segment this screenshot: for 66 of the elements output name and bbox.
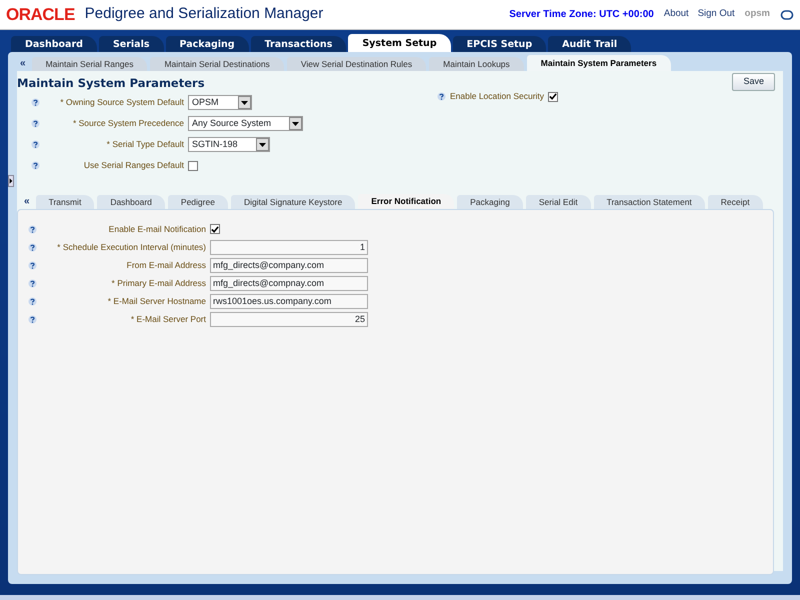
help-icon[interactable] bbox=[31, 119, 40, 128]
checkbox[interactable] bbox=[548, 92, 558, 102]
help-icon[interactable] bbox=[28, 314, 37, 324]
detail-tab[interactable]: Dashboard bbox=[97, 195, 165, 210]
main-tab[interactable]: EPCIS Setup bbox=[452, 36, 546, 52]
save-button[interactable]: Save bbox=[732, 73, 775, 90]
detail-tab[interactable]: Serial Edit bbox=[526, 195, 591, 210]
input-field[interactable]: mfg_directs@company.com bbox=[210, 258, 368, 273]
main-tab[interactable]: Transactions bbox=[250, 36, 346, 52]
help-icon[interactable] bbox=[28, 242, 37, 252]
field-label: Enable Location Security bbox=[450, 90, 544, 104]
main-tab[interactable]: Serials bbox=[98, 36, 164, 52]
page-title: Maintain System Parameters bbox=[17, 75, 205, 92]
dropdown[interactable]: SGTIN-198 bbox=[188, 137, 270, 152]
field-label: * Primary E-mail Address bbox=[110, 276, 206, 290]
field-label: * Serial Type Default bbox=[106, 138, 184, 152]
detail-tab[interactable]: Digital Signature Keystore bbox=[230, 195, 356, 210]
help-icon[interactable] bbox=[28, 296, 37, 306]
help-icon[interactable] bbox=[28, 260, 37, 270]
server-time-zone: Server Time Zone: UTC +00:00 bbox=[509, 8, 654, 22]
detail-tab[interactable]: Receipt bbox=[708, 195, 763, 210]
detail-tab[interactable]: Error Notification bbox=[358, 194, 454, 210]
sub-tab[interactable]: Maintain Lookups bbox=[429, 57, 524, 71]
help-icon[interactable] bbox=[437, 92, 446, 102]
field-label: * Owning Source System Default bbox=[59, 96, 184, 110]
main-tab[interactable]: Audit Trail bbox=[548, 36, 632, 52]
main-tab[interactable]: Packaging bbox=[166, 36, 249, 52]
sub-tab[interactable]: View Serial Destination Rules bbox=[286, 57, 426, 71]
field-label: * Source System Precedence bbox=[72, 117, 184, 130]
checkbox[interactable] bbox=[188, 160, 198, 171]
app-title: Pedigree and Serialization Manager bbox=[84, 4, 324, 24]
detail-tab[interactable]: Pedigree bbox=[168, 195, 228, 210]
field-label: * E-Mail Server Port bbox=[130, 312, 206, 326]
header-link[interactable]: About bbox=[664, 7, 689, 22]
sub-tab[interactable]: Maintain Serial Ranges bbox=[32, 57, 148, 71]
user-name: opsm bbox=[744, 7, 770, 22]
field-label: * Schedule Execution Interval (minutes) bbox=[56, 240, 206, 254]
scroll-left-button[interactable]: « bbox=[17, 56, 29, 71]
status-indicator-icon bbox=[780, 8, 794, 22]
input-field[interactable]: 25 bbox=[210, 312, 368, 327]
field-label: Enable E-mail Notification bbox=[108, 222, 206, 236]
expand-handle[interactable] bbox=[8, 175, 14, 187]
detail-tab[interactable]: Transmit bbox=[36, 195, 94, 210]
help-icon[interactable] bbox=[31, 98, 40, 108]
field-label: * E-Mail Server Hostname bbox=[106, 294, 206, 308]
dropdown[interactable]: Any Source System bbox=[188, 116, 304, 132]
field-label: From E-mail Address bbox=[126, 258, 206, 272]
oracle-logo: ORACLE bbox=[6, 4, 75, 26]
help-icon[interactable] bbox=[28, 224, 37, 234]
input-field[interactable]: rws1001oes.us.company.com bbox=[210, 294, 368, 309]
help-icon[interactable] bbox=[31, 161, 40, 170]
sub-tab[interactable]: Maintain System Parameters bbox=[526, 55, 671, 71]
detail-tab[interactable]: Packaging bbox=[457, 195, 523, 210]
detail-tab[interactable]: Transaction Statement bbox=[594, 195, 705, 210]
sub-tab[interactable]: Maintain Serial Destinations bbox=[150, 57, 284, 71]
dropdown[interactable]: OPSM bbox=[188, 95, 252, 110]
checkbox[interactable] bbox=[210, 224, 220, 234]
help-icon[interactable] bbox=[28, 278, 37, 288]
main-tab[interactable]: Dashboard bbox=[11, 36, 97, 52]
input-field[interactable]: mfg_directs@compnay.com bbox=[210, 276, 368, 291]
field-label: Use Serial Ranges Default bbox=[82, 159, 184, 172]
header-link[interactable]: Sign Out bbox=[698, 7, 735, 22]
main-tab[interactable]: System Setup bbox=[348, 34, 451, 52]
scroll-left-button[interactable]: « bbox=[21, 194, 33, 210]
input-field[interactable]: 1 bbox=[210, 240, 368, 255]
help-icon[interactable] bbox=[31, 140, 40, 150]
